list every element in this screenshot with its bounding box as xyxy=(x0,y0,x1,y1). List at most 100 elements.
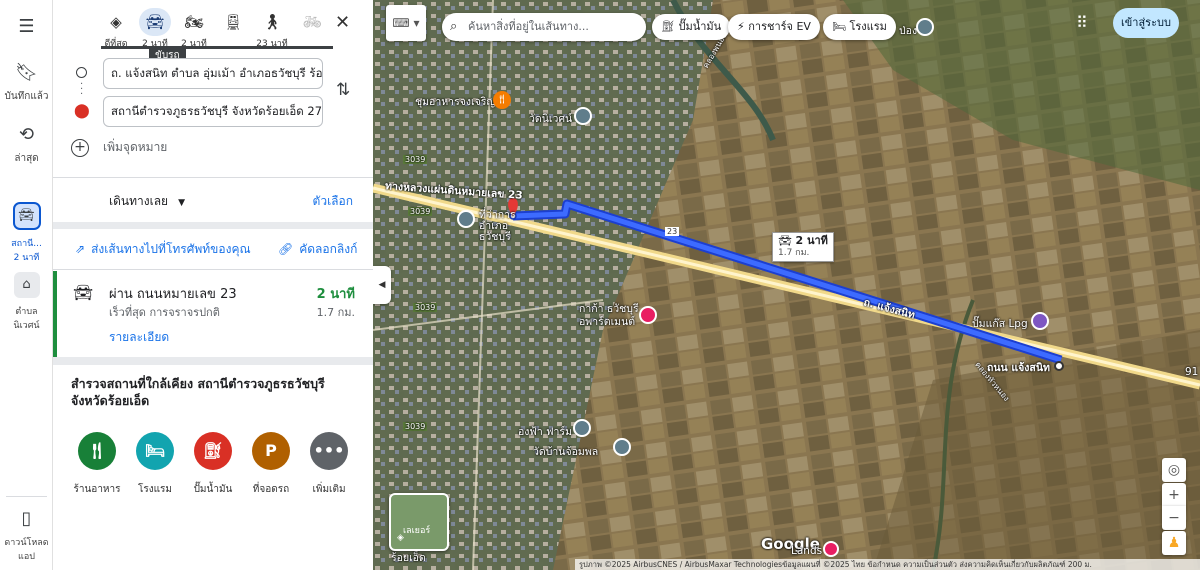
send-to-phone-link[interactable]: ⇗ ส่งเส้นทางไปที่โทรศัพท์ของคุณ xyxy=(75,240,251,259)
map-label-temple1: วัดนิเวศน์ xyxy=(529,113,573,125)
route-details-link[interactable]: รายละเอียด xyxy=(109,328,169,347)
category-label: ที่จอดรถ xyxy=(252,484,290,495)
layers-label: ◈ เลเยอร์ xyxy=(397,526,430,543)
route-time-badge[interactable]: 🚘︎ 2 นาที 1.7 กม. xyxy=(772,232,834,262)
mode-walking[interactable]: 🚶︎ 23 นาที xyxy=(252,8,292,50)
map-label-route-3039: 3039 xyxy=(403,155,428,164)
leave-now-dropdown[interactable]: เดินทางเลย ▼ xyxy=(109,192,185,211)
satellite-map[interactable]: ◀ ทางหลวงแผ่นดินหมายเลข 23 ชุมอาหารจงเจร… xyxy=(373,0,1200,570)
recent-button[interactable]: ⟲ ล่าสุด xyxy=(0,124,53,166)
category-hotels[interactable]: 🛏︎ โรงแรม xyxy=(125,432,185,497)
best-route-icon: ◈ xyxy=(110,13,122,31)
search-along-route-input[interactable]: ⌕ ค้นหาสิ่งที่อยู่ในเส้นทาง... xyxy=(442,13,646,41)
bicycle-icon: 🚲︎ xyxy=(302,13,322,31)
download-label: ดาวน์โหลดแอป xyxy=(4,538,49,562)
swap-icon: ⇅ xyxy=(336,80,351,100)
map-label-shop: ร้อยเอ็ด xyxy=(391,552,426,564)
category-label: เพิ่มเติม xyxy=(312,484,346,495)
add-destination-button[interactable]: + เพิ่มจุดหมาย xyxy=(71,138,167,157)
layers-text: เลเยอร์ xyxy=(403,526,431,536)
temple-pin-icon-2[interactable] xyxy=(573,419,591,437)
mode-best[interactable]: ◈ ดีที่สุด xyxy=(96,8,136,50)
temple-pin-icon[interactable] xyxy=(574,107,592,125)
route-title: ผ่าน ถนนหมายเลข 23 xyxy=(109,287,237,302)
chip-gas-stations[interactable]: ⛽︎ ปั๊มน้ำมัน xyxy=(652,14,731,40)
walk-icon: 🚶︎ xyxy=(262,13,282,31)
minus-icon: − xyxy=(1168,510,1180,526)
download-app-button[interactable]: ▯ ดาวน์โหลดแอป xyxy=(0,508,53,563)
map-attribution: รูปภาพ ©2025 AirbusCNES / AirbusMaxar Te… xyxy=(575,559,1200,570)
zoom-in-button[interactable]: + xyxy=(1162,483,1186,507)
send-icon: ⇗ xyxy=(75,242,86,256)
category-gas-stations[interactable]: ⛽︎ ปั๊มน้ำมัน xyxy=(183,432,243,497)
government-pin-icon[interactable] xyxy=(457,210,475,228)
mode-scrollbar[interactable] xyxy=(101,46,333,49)
mode-transit[interactable]: 🚆︎ xyxy=(213,8,253,36)
hotel-pin-icon[interactable] xyxy=(639,306,657,324)
zoom-out-button[interactable]: − xyxy=(1162,506,1186,530)
search-placeholder: ค้นหาสิ่งที่อยู่ในเส้นทาง... xyxy=(468,20,589,33)
recent-label: ล่าสุด xyxy=(14,153,39,164)
category-label: โรงแรม xyxy=(137,484,173,495)
rail-divider xyxy=(6,496,47,497)
divider xyxy=(53,269,373,270)
transit-icon: 🚆︎ xyxy=(223,13,243,31)
car-icon: 🚘︎ xyxy=(73,283,94,302)
restaurant-pin-icon[interactable]: 🍴︎ xyxy=(493,91,511,109)
map-label-route-3039d: 3039 xyxy=(403,422,428,431)
destination-pin-icon: ⬤ xyxy=(74,103,90,119)
badge-distance: 1.7 กม. xyxy=(778,248,810,258)
history-icon: ⟲ xyxy=(18,124,35,145)
mode-motorcycle[interactable]: 🏍︎ 2 นาที xyxy=(174,8,214,50)
map-label-farm: องฟ้า ฟาร์ม xyxy=(518,426,572,438)
keyboard-input-button[interactable]: ⌨ ▾ xyxy=(386,5,426,41)
temple-pin-icon-3[interactable] xyxy=(613,438,631,456)
category-more[interactable]: ••• เพิ่มเติม xyxy=(299,432,359,497)
my-location-button[interactable]: ◎ xyxy=(1162,458,1186,482)
origin-input[interactable]: ถ. แจ้งสนิท ตำบล อุ่มเม้า อำเภอธวัชบุรี … xyxy=(103,58,323,89)
map-label-temple2: วัดบ้านจ้อมพล xyxy=(533,446,599,458)
close-directions-button[interactable]: ✕ xyxy=(335,12,350,33)
car-icon: 🚘︎ xyxy=(778,234,792,247)
menu-icon: ☰ xyxy=(18,16,35,37)
map-label-lpg: ปั๊มแก๊ส Lpg xyxy=(972,318,1028,330)
route-option-card[interactable]: 🚘︎ ผ่าน ถนนหมายเลข 23 เร็วที่สุด การจราจ… xyxy=(53,271,373,357)
destination-input[interactable]: สถานีตำรวจภูธรธวัชบุรี จังหวัดร้อยเอ็ด 2… xyxy=(103,96,323,127)
category-parking[interactable]: P ที่จอดรถ xyxy=(241,432,301,497)
place-pin-icon[interactable] xyxy=(916,18,934,36)
copy-link-label: คัดลอกลิงก์ xyxy=(299,242,358,256)
saved-button[interactable]: 🔖︎ บันทึกแล้ว xyxy=(0,62,53,104)
street-view-button[interactable]: ♟ xyxy=(1162,531,1186,555)
map-label-91: 91 xyxy=(1185,366,1199,378)
directions-panel: ◈ ดีที่สุด 🚘︎ 2 นาที 🏍︎ 2 นาที 🚆︎ 🚶︎ 23 นาที… xyxy=(53,0,373,570)
recent-item-subdistrict[interactable]: ⌂ ตำบล นิเวศน์ xyxy=(0,272,53,332)
map-label-district-office: ที่ว่าการ อำเภอธวัชบุรี xyxy=(479,209,516,243)
options-button[interactable]: ตัวเลือก xyxy=(313,192,353,211)
apps-grid-icon[interactable]: ⠿ xyxy=(1076,13,1088,32)
route-subtitle: เร็วที่สุด การจราจรปกติ xyxy=(109,306,220,319)
mode-bicycle[interactable]: 🚲︎ xyxy=(292,8,332,36)
copy-link-button[interactable]: 🔗︎ คัดลอกลิงก์ xyxy=(278,240,357,259)
mode-driving[interactable]: 🚘︎ 2 นาที xyxy=(135,8,175,50)
travel-modes: ◈ ดีที่สุด 🚘︎ 2 นาที 🏍︎ 2 นาที 🚆︎ 🚶︎ 23 นาที… xyxy=(53,0,373,65)
menu-button[interactable]: ☰ xyxy=(0,16,53,43)
hotel-pin-icon-2[interactable] xyxy=(823,541,839,557)
link-icon: 🔗︎ xyxy=(278,242,294,256)
hotel-icon: 🛏︎ xyxy=(832,20,846,33)
gas-pin-icon[interactable] xyxy=(1031,312,1049,330)
map-label-restaurant: ชุมอาหารจงเจริญ xyxy=(415,96,496,108)
chip-label: ปั๊มน้ำมัน xyxy=(678,20,722,33)
sign-in-button[interactable]: เข้าสู่ระบบ xyxy=(1113,8,1179,38)
route-distance: 1.7 กม. xyxy=(316,306,355,319)
category-restaurants[interactable]: 🍴︎ ร้านอาหาร xyxy=(67,432,127,497)
chip-hotels[interactable]: 🛏︎ โรงแรม xyxy=(823,14,896,40)
swap-endpoints-button[interactable]: ⇅ xyxy=(336,80,350,100)
recent-item-station[interactable]: 🚘︎ สถานี... 2 นาที xyxy=(0,202,53,264)
parking-icon: P xyxy=(252,432,290,470)
map-label-route-23: 23 xyxy=(665,227,680,236)
send-to-phone-label: ส่งเส้นทางไปที่โทรศัพท์ของคุณ xyxy=(91,242,251,256)
chip-ev-charging[interactable]: ⚡︎ การชาร์จ EV xyxy=(728,14,820,40)
layers-button[interactable]: ◈ เลเยอร์ xyxy=(389,493,449,551)
saved-label: บันทึกแล้ว xyxy=(4,91,49,102)
collapse-panel-button[interactable]: ◀ xyxy=(373,266,391,304)
